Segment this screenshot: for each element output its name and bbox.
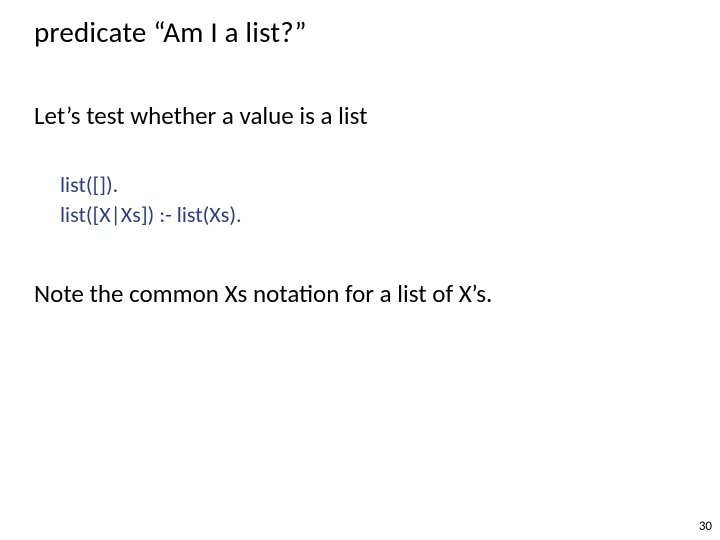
code-line-1: list([]).	[60, 171, 118, 198]
slide: predicate “Am I a list?” Let’s test whet…	[0, 0, 720, 540]
intro-text: Let’s test whether a value is a list	[34, 100, 368, 131]
slide-title: predicate “Am I a list?”	[34, 14, 307, 50]
page-number: 30	[699, 519, 712, 534]
code-line-2: list([X|Xs]) :- list(Xs).	[60, 201, 242, 228]
code-block: list([]). list([X|Xs]) :- list(Xs).	[60, 170, 242, 229]
note-text: Note the common Xs notation for a list o…	[34, 278, 492, 309]
